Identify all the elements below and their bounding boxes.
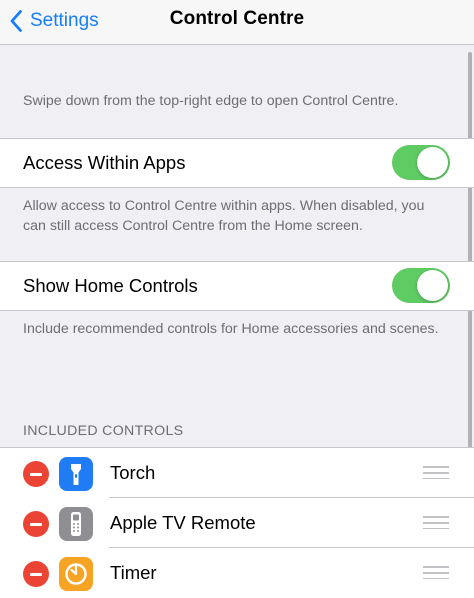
apple-tv-remote-icon: [59, 507, 93, 541]
show-home-controls-cell: Show Home Controls: [0, 261, 474, 311]
show-home-controls-note: Include recommended controls for Home ac…: [23, 321, 439, 337]
access-within-apps-toggle[interactable]: [392, 145, 450, 180]
show-home-controls-toggle[interactable]: [392, 268, 450, 303]
torch-label: Torch: [110, 462, 156, 483]
list-item-torch: Torch: [0, 448, 474, 498]
intro-note: Swipe down from the top-right edge to op…: [23, 93, 399, 109]
access-within-apps-cell: Access Within Apps: [0, 138, 474, 188]
page-title: Control Centre: [169, 8, 305, 29]
reorder-handle-icon[interactable]: [423, 466, 449, 480]
included-controls-header: INCLUDED CONTROLS: [23, 423, 184, 439]
access-within-apps-label: Access Within Apps: [23, 152, 186, 173]
toggle-knob: [417, 147, 448, 178]
toggle-knob: [417, 270, 448, 301]
timer-label: Timer: [110, 562, 157, 583]
navigation-bar: Settings Control Centre: [0, 0, 474, 45]
show-home-controls-label: Show Home Controls: [23, 275, 198, 296]
torch-icon: [59, 457, 93, 491]
remove-torch-button[interactable]: [23, 461, 49, 487]
timer-icon: [59, 557, 93, 591]
included-controls-list: Torch Apple TV Remote Timer: [0, 447, 474, 598]
access-within-apps-note: Allow access to Control Centre within ap…: [23, 198, 425, 234]
remove-apple-tv-remote-button[interactable]: [23, 511, 49, 537]
remove-timer-button[interactable]: [23, 561, 49, 587]
reorder-handle-icon[interactable]: [423, 516, 449, 530]
apple-tv-remote-label: Apple TV Remote: [110, 512, 256, 533]
reorder-handle-icon[interactable]: [423, 566, 449, 580]
list-item-apple-tv-remote: Apple TV Remote: [0, 498, 474, 548]
list-item-timer: Timer: [0, 548, 474, 598]
